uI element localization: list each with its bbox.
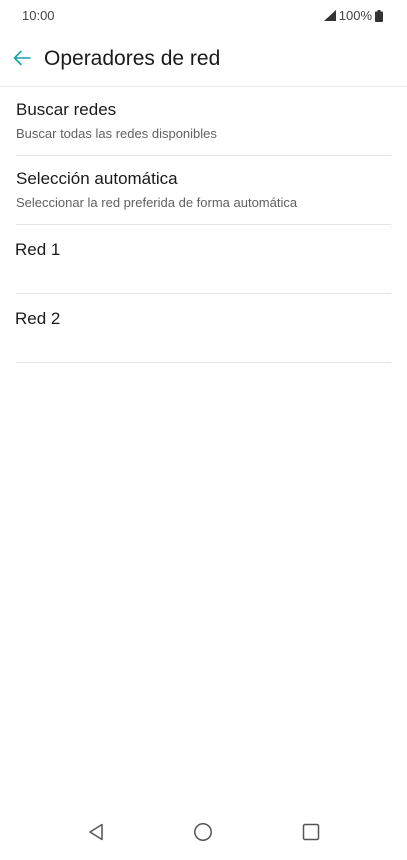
battery-percentage: 100% bbox=[338, 8, 372, 23]
nav-recents-icon bbox=[302, 823, 320, 846]
network-options-list: Buscar redes Buscar todas las redes disp… bbox=[0, 87, 407, 363]
app-bar: Operadores de red bbox=[0, 38, 407, 82]
status-indicators: 100% bbox=[323, 8, 383, 23]
status-bar: 10:00 100% bbox=[0, 0, 407, 32]
nav-back-button[interactable] bbox=[84, 822, 108, 846]
status-time: 10:00 bbox=[22, 8, 55, 23]
back-button[interactable] bbox=[10, 48, 34, 72]
navigation-bar bbox=[0, 808, 407, 860]
list-item-title: Buscar redes bbox=[16, 100, 117, 119]
list-item-title: Red 2 bbox=[15, 309, 61, 328]
page-title: Operadores de red bbox=[44, 47, 221, 70]
list-item-title: Red 1 bbox=[15, 240, 61, 259]
list-item-subtitle: Seleccionar la red preferida de forma au… bbox=[16, 195, 298, 210]
arrow-left-icon bbox=[13, 50, 31, 71]
nav-home-icon bbox=[193, 822, 213, 847]
nav-back-icon bbox=[88, 823, 104, 846]
list-item-red-2[interactable]: Red 2 bbox=[15, 294, 391, 363]
nav-recents-button[interactable] bbox=[299, 822, 323, 846]
list-item-red-1[interactable]: Red 1 bbox=[15, 225, 391, 294]
list-item-buscar-redes[interactable]: Buscar redes Buscar todas las redes disp… bbox=[16, 87, 391, 156]
nav-home-button[interactable] bbox=[191, 822, 215, 846]
list-item-seleccion-automatica[interactable]: Selección automática Seleccionar la red … bbox=[16, 156, 391, 225]
signal-icon bbox=[323, 10, 336, 21]
battery-icon bbox=[375, 9, 383, 22]
list-item-subtitle: Buscar todas las redes disponibles bbox=[16, 126, 217, 141]
list-item-title: Selección automática bbox=[16, 169, 178, 188]
